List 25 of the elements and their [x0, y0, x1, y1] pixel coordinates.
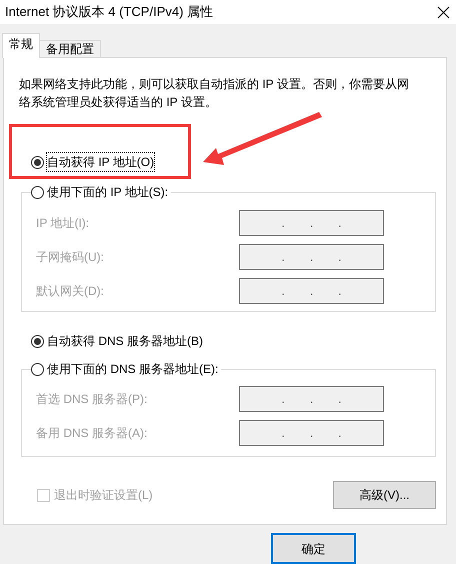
tab[interactable]: 常规: [2, 33, 40, 58]
radio-label[interactable]: 使用下面的 DNS 服务器地址(E):: [47, 360, 218, 378]
radio-label[interactable]: 自动获得 IP 地址(O): [47, 153, 154, 171]
ip-address-field[interactable]: . . .: [239, 420, 384, 446]
radio-button[interactable]: [31, 186, 44, 198]
advanced-button[interactable]: 高级(V)...: [333, 481, 436, 509]
ip-address-field[interactable]: . . .: [239, 244, 384, 270]
description-text: 如果网络支持此功能，则可以获取自动指派的 IP 设置。否则，你需要从网络系统管理员处获得适当的 IP 设置。: [19, 76, 410, 111]
radio-label[interactable]: 使用下面的 IP 地址(S):: [47, 183, 168, 201]
ip-address-field[interactable]: . . .: [239, 210, 384, 236]
window-title: Internet 协议版本 4 (TCP/IPv4) 属性: [5, 3, 214, 22]
ok-button[interactable]: 确定: [271, 533, 356, 564]
ip-address-field[interactable]: . . .: [239, 386, 384, 412]
ip-address-field[interactable]: . . .: [239, 278, 384, 304]
tab[interactable]: 备用配置: [39, 40, 101, 57]
radio-button[interactable]: [31, 334, 44, 348]
close-icon[interactable]: [437, 6, 450, 18]
field-label: 默认网关(D):: [36, 283, 105, 300]
field-label: 首选 DNS 服务器(P):: [36, 391, 148, 408]
radio-label[interactable]: 自动获得 DNS 服务器地址(B): [47, 332, 203, 350]
field-label: 子网掩码(U):: [36, 249, 105, 266]
radio-button[interactable]: [31, 362, 44, 376]
field-label: 备用 DNS 服务器(A):: [36, 425, 148, 442]
field-label: IP 地址(I):: [36, 215, 90, 232]
radio-button[interactable]: [31, 156, 44, 168]
